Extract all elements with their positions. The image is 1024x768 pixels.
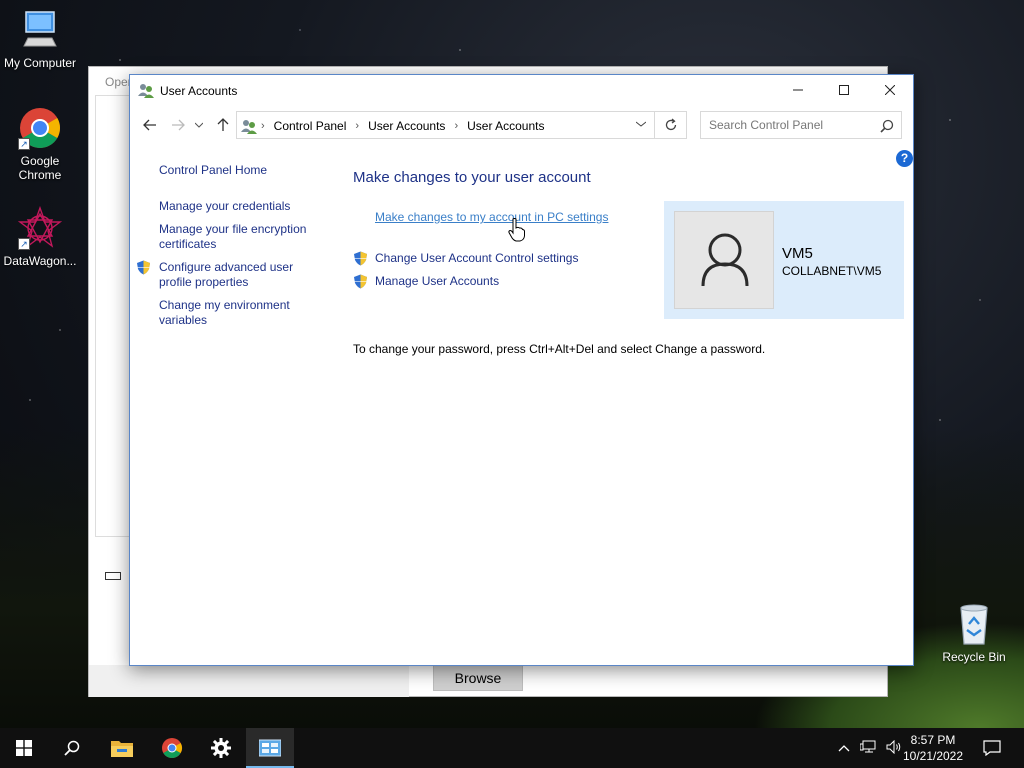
taskbar-clock[interactable]: 8:57 PM 10/21/2022 (898, 732, 968, 764)
navigation-bar: › Control Panel › User Accounts › User A… (130, 109, 913, 141)
user-accounts-window: User Accounts › Control Panel › User Acc… (129, 74, 914, 666)
system-tray (838, 728, 902, 768)
password-instructions: To change your password, press Ctrl+Alt+… (353, 342, 766, 356)
task-label: Manage User Accounts (375, 274, 500, 288)
breadcrumb-separator-icon: › (355, 120, 360, 132)
breadcrumb-separator-icon: › (261, 120, 265, 132)
breadcrumb: › Control Panel › User Accounts › User A… (261, 119, 544, 133)
chevron-up-icon (838, 745, 850, 752)
close-button[interactable] (867, 75, 913, 105)
search-icon (64, 740, 80, 756)
network-icon[interactable] (859, 740, 876, 757)
browse-button[interactable]: Browse (433, 665, 523, 691)
uac-shield-icon (353, 274, 368, 292)
close-icon (885, 85, 895, 95)
chrome-icon (162, 738, 182, 758)
search-icon[interactable] (880, 119, 894, 133)
maximize-icon (839, 85, 849, 95)
desktop-icon-recycle-bin[interactable]: Recycle Bin (934, 602, 1014, 664)
folder-icon (111, 741, 133, 757)
back-button[interactable] (140, 115, 160, 135)
up-button[interactable] (213, 115, 233, 135)
desktop-icon-my-computer[interactable]: My Computer (0, 8, 80, 70)
gear-icon (211, 738, 231, 758)
control-panel-icon (241, 118, 257, 137)
breadcrumb-user-accounts-current[interactable]: User Accounts (467, 119, 544, 133)
recycle-bin-icon (952, 602, 996, 646)
avatar (674, 211, 774, 309)
up-arrow-icon (217, 118, 229, 131)
taskbar-chrome[interactable] (148, 728, 196, 768)
uac-shield-icon (353, 251, 368, 269)
desktop-icon-google-chrome[interactable]: ↗ Google Chrome (0, 106, 80, 182)
control-panel-icon (259, 739, 281, 757)
background-window-checkbox[interactable] (105, 572, 121, 580)
sidebar-item-control-panel-home[interactable]: Control Panel Home (159, 163, 324, 178)
sidebar-item-advanced-profile-properties[interactable]: Configure advanced user profile properti… (159, 260, 324, 290)
window-title: User Accounts (160, 84, 238, 98)
desktop-icon-label: Google Chrome (18, 154, 62, 182)
breadcrumb-separator-icon: › (454, 120, 459, 132)
taskbar: 8:57 PM 10/21/2022 (0, 728, 1024, 768)
uac-shield-icon (136, 260, 151, 278)
chevron-down-icon (195, 122, 203, 128)
desktop-icon-label: My Computer (3, 56, 77, 70)
chevron-down-icon (635, 121, 647, 127)
datawagon-icon: ↗ (17, 205, 63, 250)
page-title: Make changes to your user account (353, 169, 591, 186)
start-button[interactable] (0, 728, 48, 768)
taskbar-settings[interactable] (197, 728, 245, 768)
breadcrumb-control-panel[interactable]: Control Panel (274, 119, 347, 133)
back-arrow-icon (143, 119, 156, 131)
sidebar-item-manage-credentials[interactable]: Manage your credentials (159, 199, 324, 214)
user-name: VM5 (782, 245, 813, 262)
user-accounts-icon (138, 82, 154, 98)
chrome-icon: ↗ (18, 106, 62, 150)
background-window-footer (89, 665, 409, 697)
user-domain: COLLABNET\VM5 (782, 264, 882, 278)
pc-settings-link[interactable]: Make changes to my account in PC setting… (375, 210, 608, 224)
forward-button[interactable] (168, 115, 188, 135)
taskbar-search-button[interactable] (48, 728, 96, 768)
notification-icon (983, 740, 1001, 756)
desktop-icon-label: DataWagon... (3, 254, 77, 268)
windows-logo-icon (16, 740, 32, 756)
taskbar-file-explorer[interactable] (98, 728, 146, 768)
minimize-icon (793, 89, 803, 91)
user-account-tile: VM5 COLLABNET\VM5 (664, 201, 904, 319)
search-input[interactable] (700, 111, 902, 139)
recent-locations-button[interactable] (192, 115, 206, 135)
computer-icon (18, 8, 62, 52)
refresh-button[interactable] (654, 111, 687, 139)
clock-time: 8:57 PM (910, 733, 956, 747)
sidebar-item-file-encryption[interactable]: Manage your file encryption certificates (159, 222, 324, 252)
forward-arrow-icon (172, 119, 185, 131)
help-button[interactable]: ? (896, 150, 913, 167)
action-center-button[interactable] (968, 728, 1016, 768)
background-window-title: Oper (105, 75, 132, 89)
maximize-button[interactable] (821, 75, 867, 105)
address-dropdown-button[interactable] (635, 118, 647, 130)
sidebar-item-environment-variables[interactable]: Change my environment variables (159, 298, 324, 328)
show-hidden-icons-button[interactable] (838, 741, 850, 755)
address-bar[interactable]: › Control Panel › User Accounts › User A… (236, 111, 655, 139)
title-bar[interactable]: User Accounts (130, 75, 913, 106)
breadcrumb-user-accounts[interactable]: User Accounts (368, 119, 445, 133)
user-silhouette-icon (701, 233, 749, 287)
task-label: Change User Account Control settings (375, 251, 579, 265)
minimize-button[interactable] (775, 75, 821, 105)
shortcut-arrow-icon: ↗ (18, 138, 30, 150)
taskbar-user-accounts[interactable] (246, 728, 294, 768)
desktop-icon-datawagon[interactable]: ↗ DataWagon... (0, 205, 80, 268)
clock-date: 10/21/2022 (902, 749, 964, 763)
shortcut-arrow-icon: ↗ (18, 238, 30, 250)
desktop-icon-label: Recycle Bin (942, 650, 1006, 664)
refresh-icon (665, 118, 676, 131)
